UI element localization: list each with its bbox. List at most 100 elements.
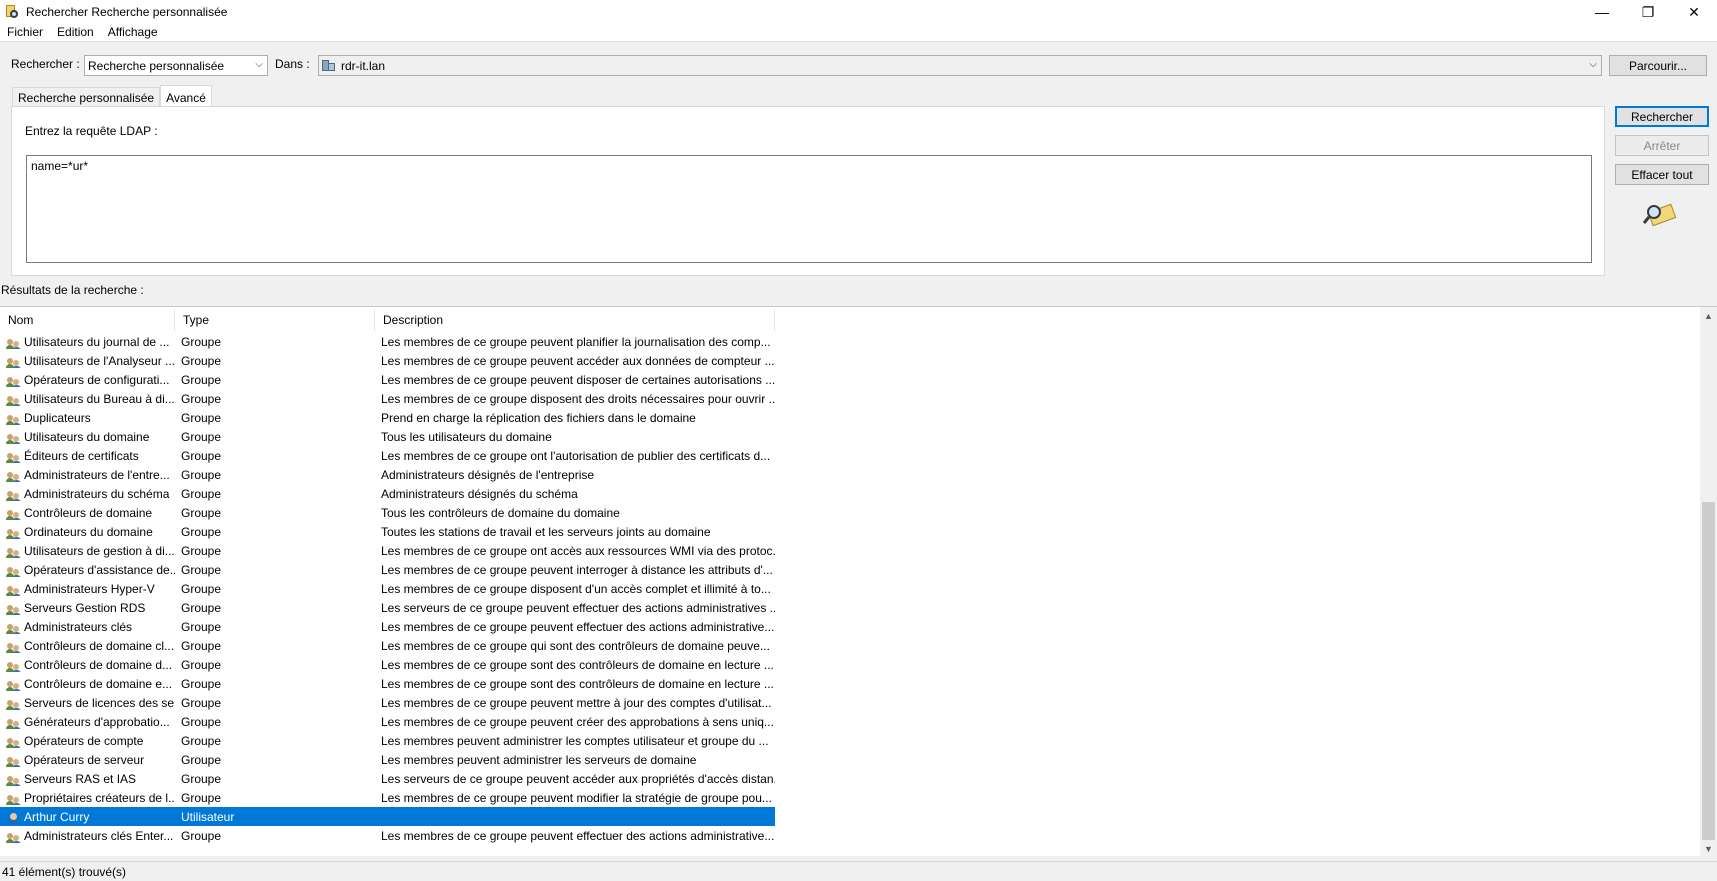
table-row[interactable]: Administrateurs de l'entre... Groupe Admin… (0, 465, 1698, 484)
table-row[interactable]: Serveurs Gestion RDS Groupe Les serveurs d… (0, 598, 1698, 617)
status-bar: 41 élément(s) trouvé(s) (0, 861, 1717, 881)
table-row[interactable]: Administrateurs Hyper-V Groupe Les membres… (0, 579, 1698, 598)
table-row[interactable]: Serveurs de licences des se... Groupe Les … (0, 693, 1698, 712)
group-icon (6, 565, 21, 577)
cell-description: Administrateurs désignés de l'entreprise (381, 467, 595, 482)
row-name-text: Ordinateurs du domaine (24, 524, 153, 539)
table-row[interactable]: Administrateurs clés Enter... Groupe Les m… (0, 826, 1698, 845)
cell-description: Les membres de ce groupe peuvent créer d… (381, 714, 774, 729)
column-header-name[interactable]: Nom (0, 309, 175, 331)
cell-description: Les membres de ce groupe sont des contrô… (381, 657, 774, 672)
table-row[interactable]: Contrôleurs de domaine Groupe Tous les con… (0, 503, 1698, 522)
find-label: Rechercher : (11, 57, 80, 71)
table-row[interactable]: Opérateurs de configurati... Groupe Les me… (0, 370, 1698, 389)
group-icon (6, 527, 21, 539)
row-name-text: Contrôleurs de domaine (24, 505, 153, 520)
cell-name: Utilisateurs du domaine (0, 430, 175, 444)
minimize-button[interactable]: — (1579, 0, 1625, 24)
cell-type: Groupe (181, 448, 222, 463)
row-name-text: Utilisateurs du journal de ... (24, 334, 170, 349)
cell-name: Utilisateurs du journal de ... (0, 335, 175, 349)
cell-name: Arthur Curry (0, 810, 175, 824)
cell-name: Serveurs RAS et IAS (0, 772, 175, 786)
clear-all-button[interactable]: Effacer tout (1615, 164, 1709, 185)
group-icon (6, 394, 21, 406)
menu-fichier[interactable]: Fichier (0, 25, 50, 39)
tab-custom-search[interactable]: Recherche personnalisée (12, 87, 161, 108)
cell-type: Groupe (181, 828, 222, 843)
group-icon (6, 470, 21, 482)
in-location-select[interactable]: rdr-it.lan ⌵ (318, 55, 1602, 76)
table-row[interactable]: Éditeurs de certificats Groupe Les membres… (0, 446, 1698, 465)
close-button[interactable]: ✕ (1671, 0, 1717, 24)
row-name-text: Serveurs de licences des se... (24, 695, 175, 710)
search-directory-icon (4, 4, 20, 20)
table-row[interactable]: Générateurs d'approbatio... Groupe Les mem… (0, 712, 1698, 731)
column-header-description[interactable]: Description (375, 309, 775, 331)
group-icon (6, 546, 21, 558)
cell-description: Les serveurs de ce groupe peuvent effect… (381, 600, 775, 615)
row-name-text: Contrôleurs de domaine cl... (24, 638, 175, 653)
table-row[interactable]: Administrateurs du schéma Groupe Administr… (0, 484, 1698, 503)
table-row[interactable]: Opérateurs de compte Groupe Les membres pe… (0, 731, 1698, 750)
table-row[interactable]: Serveurs RAS et IAS Groupe Les serveurs de… (0, 769, 1698, 788)
group-icon (6, 622, 21, 634)
menu-edition[interactable]: Edition (50, 25, 101, 39)
scroll-down-icon[interactable]: ▼ (1700, 840, 1717, 857)
row-name-text: Duplicateurs (24, 410, 91, 425)
scroll-up-icon[interactable]: ▲ (1700, 307, 1717, 324)
group-icon (6, 603, 21, 615)
table-row[interactable]: Utilisateurs du journal de ... Groupe Les … (0, 332, 1698, 351)
search-button[interactable]: Rechercher (1615, 106, 1709, 127)
row-name-text: Utilisateurs du Bureau à di... (24, 391, 175, 406)
menu-affichage[interactable]: Affichage (101, 25, 165, 39)
group-icon (6, 337, 21, 349)
cell-type: Groupe (181, 638, 222, 653)
row-name-text: Opérateurs de configurati... (24, 372, 170, 387)
table-row[interactable]: Utilisateurs du domaine Groupe Tous les ut… (0, 427, 1698, 446)
find-type-select[interactable]: Recherche personnalisée ⌵ (84, 55, 268, 76)
stop-button[interactable]: Arrêter (1615, 135, 1709, 156)
table-row[interactable]: Utilisateurs du Bureau à di... Groupe Les … (0, 389, 1698, 408)
cell-description: Les membres de ce groupe disposent des d… (381, 391, 775, 406)
browse-button[interactable]: Parcourir... (1609, 55, 1707, 76)
table-row[interactable]: Ordinateurs du domaine Groupe Toutes les s… (0, 522, 1698, 541)
table-row[interactable]: Utilisateurs de gestion à di... Groupe Les… (0, 541, 1698, 560)
cell-type: Groupe (181, 543, 222, 558)
cell-type: Groupe (181, 657, 222, 672)
ldap-query-input[interactable]: name=*ur* (26, 155, 1592, 263)
cell-type: Groupe (181, 505, 222, 520)
table-row[interactable]: Administrateurs clés Groupe Les membres de… (0, 617, 1698, 636)
row-name-text: Opérateurs de compte (24, 733, 144, 748)
table-row[interactable]: Opérateurs d'assistance de... Groupe Les m… (0, 560, 1698, 579)
cell-type: Groupe (181, 334, 222, 349)
cell-type: Groupe (181, 486, 222, 501)
cell-description: Les membres de ce groupe peuvent effectu… (381, 828, 775, 843)
table-row[interactable]: Utilisateurs de l'Analyseur ... Groupe Les… (0, 351, 1698, 370)
cell-name: Ordinateurs du domaine (0, 525, 175, 539)
column-header-type[interactable]: Type (175, 309, 375, 331)
cell-description: Les membres de ce groupe peuvent accéder… (381, 353, 775, 368)
ldap-query-label: Entrez la requête LDAP : (25, 124, 158, 138)
table-row[interactable]: Arthur Curry Utilisateur (0, 807, 1698, 826)
table-row[interactable]: Propriétaires créateurs de l... Groupe Les… (0, 788, 1698, 807)
cell-name: Utilisateurs de gestion à di... (0, 544, 175, 558)
table-row[interactable]: Contrôleurs de domaine d... Groupe Les mem… (0, 655, 1698, 674)
cell-description: Les membres de ce groupe disposent d'un … (381, 581, 771, 596)
table-row[interactable]: Opérateurs de serveur Groupe Les membres p… (0, 750, 1698, 769)
scroll-thumb[interactable] (1702, 502, 1715, 840)
vertical-scrollbar[interactable]: ▲ ▼ (1700, 307, 1717, 857)
row-name-text: Utilisateurs de l'Analyseur ... (24, 353, 175, 368)
restore-button[interactable]: ❐ (1625, 0, 1671, 24)
table-row[interactable]: Contrôleurs de domaine e... Groupe Les mem… (0, 674, 1698, 693)
cell-type: Groupe (181, 790, 222, 805)
in-label: Dans : (275, 57, 310, 71)
row-name-text: Serveurs Gestion RDS (24, 600, 146, 615)
results-list[interactable]: Nom Type Description Utilisateurs du jou… (0, 306, 1717, 857)
table-row[interactable]: Contrôleurs de domaine cl... Groupe Les me… (0, 636, 1698, 655)
table-row[interactable]: Duplicateurs Groupe Prend en charge la rép… (0, 408, 1698, 427)
row-name-text: Contrôleurs de domaine d... (24, 657, 173, 672)
group-icon (6, 831, 21, 843)
cell-description: Les membres de ce groupe peuvent modifie… (381, 790, 772, 805)
advanced-tab-panel: Entrez la requête LDAP : name=*ur* (11, 106, 1605, 276)
